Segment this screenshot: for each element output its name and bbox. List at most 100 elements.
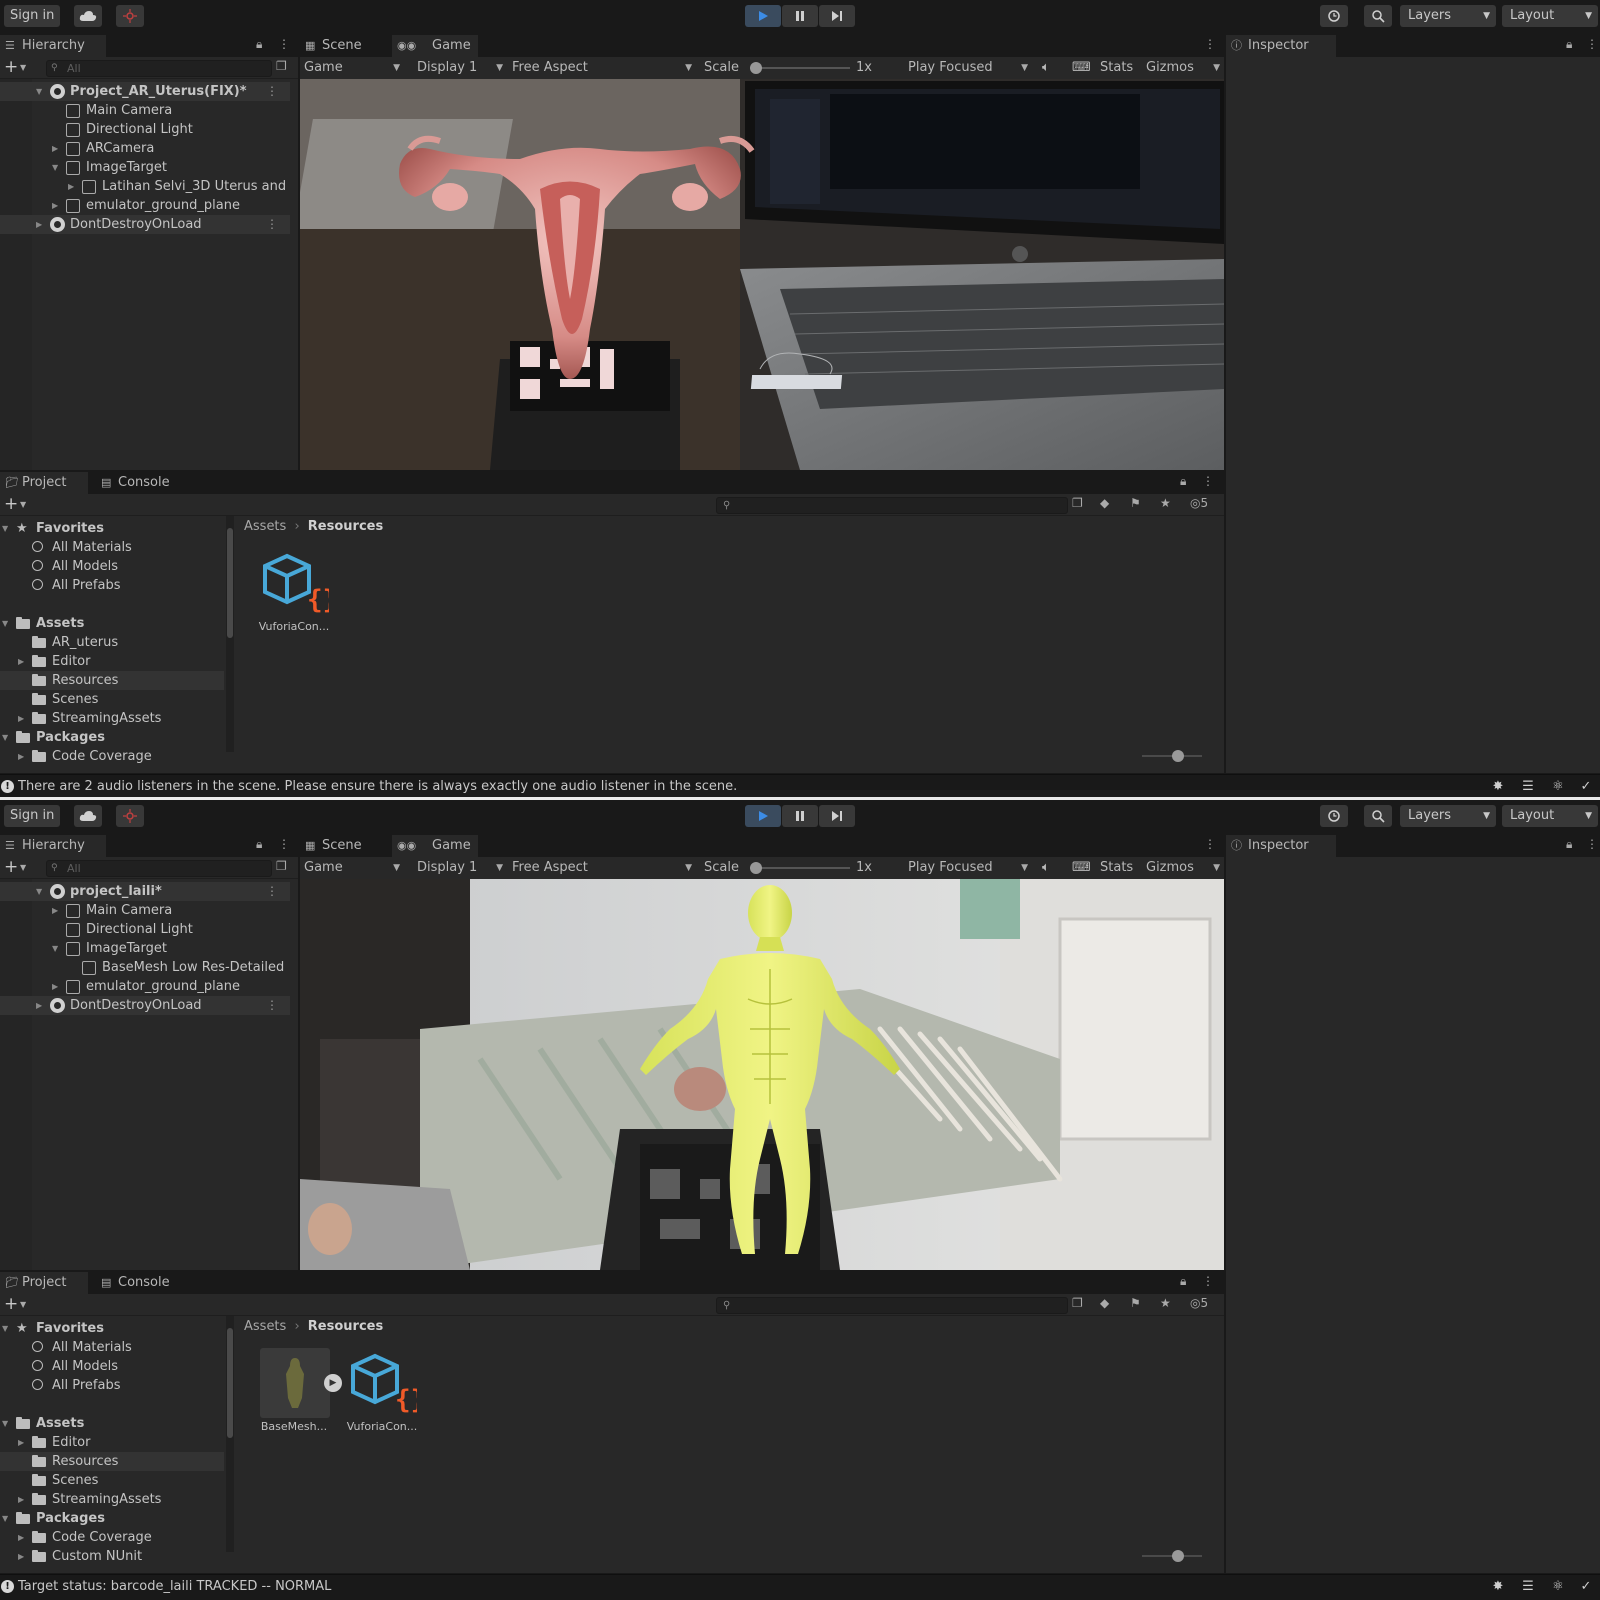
favorite-star-icon[interactable]: ★ (1160, 1296, 1171, 1310)
tab-console[interactable]: ▤ Console (96, 1272, 186, 1294)
layout-dropdown[interactable]: Layout ▼ (1502, 805, 1598, 827)
tab-hierarchy[interactable]: ☰ Hierarchy (0, 35, 106, 57)
collapse-arrow-icon[interactable]: ▶ (18, 747, 24, 766)
project-search-input[interactable]: ⚲ (716, 497, 1068, 514)
project-tree-item[interactable]: ▶ StreamingAssets (0, 1490, 224, 1509)
breadcrumb-resources[interactable]: Resources (308, 519, 383, 534)
project-tree-item[interactable]: AR_uterus (0, 633, 224, 652)
project-tree-item[interactable]: All Prefabs (0, 1376, 224, 1395)
kebab-menu-icon[interactable]: ⋮ (1204, 837, 1216, 851)
cloud-icon[interactable] (74, 5, 102, 27)
collapse-arrow-icon[interactable]: ▶ (68, 177, 74, 196)
add-icon[interactable]: + (4, 57, 18, 77)
hierarchy-item[interactable]: ▶ Main Camera (0, 901, 290, 920)
collapse-arrow-icon[interactable]: ▶ (52, 139, 58, 158)
play-button[interactable] (745, 5, 781, 27)
kebab-menu-icon[interactable]: ⋮ (1586, 837, 1598, 851)
project-tree-item[interactable]: All Materials (0, 1338, 224, 1357)
speaker-icon[interactable]: 🔈︎ (1042, 57, 1050, 79)
kebab-menu-icon[interactable]: ⋮ (266, 215, 278, 234)
gizmos-dropdown[interactable]: Gizmos ▼ (1146, 857, 1222, 879)
scale-slider[interactable] (750, 867, 850, 869)
tab-scene[interactable]: ▦ Scene (300, 35, 390, 57)
project-tree-item[interactable]: ▼ ★ Favorites (0, 519, 224, 538)
check-circle-icon[interactable]: ✓ (1578, 779, 1594, 795)
bug-icon[interactable]: ✸ (1490, 1579, 1506, 1595)
collapse-arrow-icon[interactable]: ▶ (36, 996, 42, 1015)
kebab-menu-icon[interactable]: ⋮ (278, 837, 290, 851)
tab-project[interactable]: 📁︎ Project (0, 1272, 88, 1294)
display-dropdown[interactable]: Display 1 ▼ (417, 857, 503, 879)
speaker-icon[interactable]: 🔈︎ (1042, 857, 1050, 879)
icon-size-slider-handle[interactable] (1172, 750, 1184, 762)
collapse-arrow-icon[interactable]: ▶ (52, 901, 58, 920)
hierarchy-search-input[interactable]: ⚲ All (46, 860, 272, 877)
hierarchy-item[interactable]: ▼ Project_AR_Uterus(FIX)* ⋮ (0, 82, 290, 101)
collapse-arrow-icon[interactable]: ▶ (36, 215, 42, 234)
lock-icon[interactable]: 🔒︎ (256, 837, 262, 852)
project-tree-item[interactable]: Scenes (0, 690, 224, 709)
gizmos-dropdown[interactable]: Gizmos ▼ (1146, 57, 1222, 79)
scale-slider-handle[interactable] (750, 62, 762, 74)
status-message[interactable]: There are 2 audio listeners in the scene… (18, 775, 737, 798)
hierarchy-item[interactable]: ▼ ImageTarget (0, 939, 290, 958)
collapse-arrow-icon[interactable]: ▶ (18, 1490, 24, 1509)
project-tree-item[interactable]: ▶ Code Coverage (0, 1528, 224, 1547)
collapse-arrow-icon[interactable]: ▶ (52, 196, 58, 215)
play-button[interactable] (745, 805, 781, 827)
step-button[interactable] (819, 5, 855, 27)
tab-inspector[interactable]: ⓘ Inspector (1226, 35, 1336, 57)
expand-arrow-icon[interactable]: ▼ (36, 882, 42, 901)
add-icon[interactable]: + (4, 494, 18, 514)
add-icon[interactable]: + (4, 1294, 18, 1314)
keyboard-icon[interactable]: ⌨︎ (1072, 857, 1091, 879)
filter-by-type-icon[interactable]: ◆ (1100, 496, 1109, 510)
breadcrumb-assets[interactable]: Assets (244, 1319, 286, 1334)
database-icon[interactable]: ☰ (1520, 1579, 1536, 1595)
breadcrumb-resources[interactable]: Resources (308, 1319, 383, 1334)
kebab-menu-icon[interactable]: ⋮ (1204, 37, 1216, 51)
project-tree-item[interactable]: Scenes (0, 1471, 224, 1490)
expand-arrow-icon[interactable]: ▼ (2, 1319, 8, 1338)
expand-arrow-icon[interactable]: ▼ (2, 728, 8, 747)
project-tree-item[interactable]: ▼ Packages (0, 1509, 224, 1528)
chevron-down-icon[interactable]: ▼ (20, 58, 26, 78)
kebab-menu-icon[interactable]: ⋮ (266, 882, 278, 901)
scene-visibility-icon[interactable]: ❐ (276, 859, 287, 873)
expand-arrow-icon[interactable]: ▼ (36, 82, 42, 101)
project-tree-item[interactable]: ▼ Assets (0, 1414, 224, 1433)
project-tree-item[interactable]: ▶ Custom NUnit (0, 1547, 224, 1566)
hierarchy-item[interactable]: ▶ DontDestroyOnLoad ⋮ (0, 215, 290, 234)
hierarchy-item[interactable]: Directional Light (0, 120, 290, 139)
sign-in-button[interactable]: Sign in (4, 805, 61, 827)
lock-icon[interactable]: 🔒︎ (256, 37, 262, 52)
game-mode-dropdown[interactable]: Game ▼ (304, 857, 400, 879)
scale-slider[interactable] (750, 67, 850, 69)
hierarchy-item[interactable]: BaseMesh Low Res-Detailed (0, 958, 290, 977)
layout-dropdown[interactable]: Layout ▼ (1502, 5, 1598, 27)
add-icon[interactable]: + (4, 857, 18, 877)
database-icon[interactable]: ☰ (1520, 779, 1536, 795)
project-tree-item[interactable]: ▼ Assets (0, 614, 224, 633)
asset-item[interactable]: {} VuforiaCon... (342, 1348, 422, 1438)
project-tree-item[interactable]: All Models (0, 1357, 224, 1376)
lock-icon[interactable]: 🔒︎ (1180, 1274, 1186, 1289)
play-preview-icon[interactable]: ▶ (324, 1374, 342, 1392)
lock-icon[interactable]: 🔒︎ (1180, 474, 1186, 489)
scene-visibility-icon[interactable]: ❐ (276, 59, 287, 73)
scale-slider-handle[interactable] (750, 862, 762, 874)
pause-button[interactable] (782, 5, 818, 27)
tab-console[interactable]: ▤ Console (96, 472, 186, 494)
search-icon[interactable] (1364, 805, 1392, 827)
project-tree-item[interactable]: All Materials (0, 538, 224, 557)
cloud-icon[interactable] (74, 805, 102, 827)
stats-toggle[interactable]: Stats (1100, 857, 1133, 879)
search-scope-icon[interactable]: ❐ (1072, 496, 1083, 510)
kebab-menu-icon[interactable]: ⋮ (266, 82, 278, 101)
filter-by-type-icon[interactable]: ◆ (1100, 1296, 1109, 1310)
tab-inspector[interactable]: ⓘ Inspector (1226, 835, 1336, 857)
tree-scrollbar[interactable] (226, 516, 234, 752)
game-view-canvas[interactable] (300, 879, 1224, 1270)
project-tree-item[interactable]: All Prefabs (0, 576, 224, 595)
search-scope-icon[interactable]: ❐ (1072, 1296, 1083, 1310)
